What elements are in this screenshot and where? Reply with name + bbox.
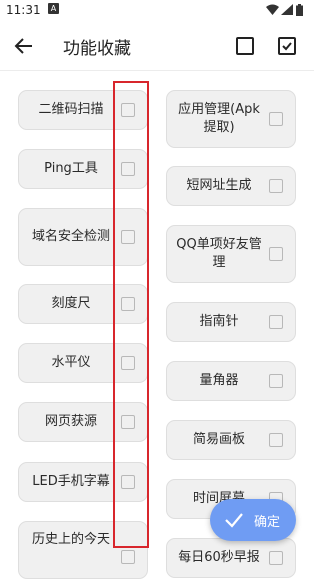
item-checkbox[interactable] — [269, 179, 283, 193]
list-item[interactable]: 域名安全检测 — [18, 208, 148, 266]
item-checkbox[interactable] — [121, 356, 135, 370]
status-bar: 11:31 A — [0, 0, 314, 22]
checkmark-icon — [282, 42, 292, 51]
list-item[interactable]: 刻度尺 — [18, 284, 148, 324]
item-label: 短网址生成 — [186, 178, 252, 193]
item-label: 指南针 — [199, 314, 239, 329]
item-label: 历史上的今天 — [31, 532, 110, 547]
item-label: 域名安全检测 — [31, 229, 110, 244]
signal-icon — [281, 4, 293, 15]
battery-icon — [296, 4, 303, 16]
item-checkbox[interactable] — [121, 475, 135, 489]
wifi-icon — [266, 4, 279, 15]
item-checkbox[interactable] — [269, 112, 283, 126]
item-checkbox[interactable] — [121, 415, 135, 429]
item-checkbox[interactable] — [269, 551, 283, 565]
deselect-all-checkbox[interactable] — [236, 37, 254, 55]
item-checkbox[interactable] — [121, 162, 135, 176]
item-label: 应用管理(Apk提取) — [178, 102, 260, 135]
item-label: Ping工具 — [44, 161, 98, 176]
item-label: 量角器 — [199, 373, 239, 388]
notification-icon: A — [48, 3, 59, 14]
item-checkbox[interactable] — [269, 433, 283, 447]
item-label: 每日60秒早报 — [178, 550, 260, 565]
check-icon — [225, 513, 243, 528]
back-arrow-icon[interactable] — [13, 35, 35, 57]
list-item[interactable]: 网页获源 — [18, 402, 148, 442]
item-label: 水平仪 — [51, 355, 91, 370]
list-item[interactable]: 历史上的今天 — [18, 521, 148, 579]
list-item[interactable]: 简易画板 — [166, 420, 296, 460]
item-checkbox[interactable] — [269, 247, 283, 261]
item-label: 刻度尺 — [51, 296, 91, 311]
confirm-button[interactable]: 确定 — [210, 499, 296, 541]
list-item[interactable]: 水平仪 — [18, 343, 148, 383]
item-checkbox[interactable] — [269, 374, 283, 388]
list-item[interactable]: 指南针 — [166, 302, 296, 342]
list-item[interactable]: Ping工具 — [18, 149, 148, 189]
list-item[interactable]: 应用管理(Apk提取) — [166, 90, 296, 148]
app-bar: 功能收藏 — [0, 22, 314, 71]
item-checkbox[interactable] — [269, 315, 283, 329]
item-label: 二维码扫描 — [38, 102, 104, 117]
list-item[interactable]: 每日60秒早报 — [166, 538, 296, 578]
confirm-label: 确定 — [254, 515, 281, 530]
item-label: QQ单项好友管理 — [176, 237, 262, 270]
status-time: 11:31 — [6, 3, 41, 17]
page-title: 功能收藏 — [63, 39, 131, 59]
item-checkbox[interactable] — [121, 230, 135, 244]
list-item[interactable]: 短网址生成 — [166, 166, 296, 206]
select-all-checkbox[interactable] — [278, 37, 296, 55]
item-checkbox[interactable] — [121, 297, 135, 311]
list-item[interactable]: 二维码扫描 — [18, 90, 148, 130]
list-item[interactable]: 量角器 — [166, 361, 296, 401]
item-label: 网页获源 — [44, 414, 97, 429]
item-label: 简易画板 — [192, 432, 245, 447]
list-item[interactable]: LED手机字幕 — [18, 462, 148, 502]
item-checkbox[interactable] — [121, 103, 135, 117]
list-item[interactable]: QQ单项好友管理 — [166, 225, 296, 283]
item-checkbox[interactable] — [121, 550, 135, 564]
item-label: LED手机字幕 — [32, 474, 110, 489]
